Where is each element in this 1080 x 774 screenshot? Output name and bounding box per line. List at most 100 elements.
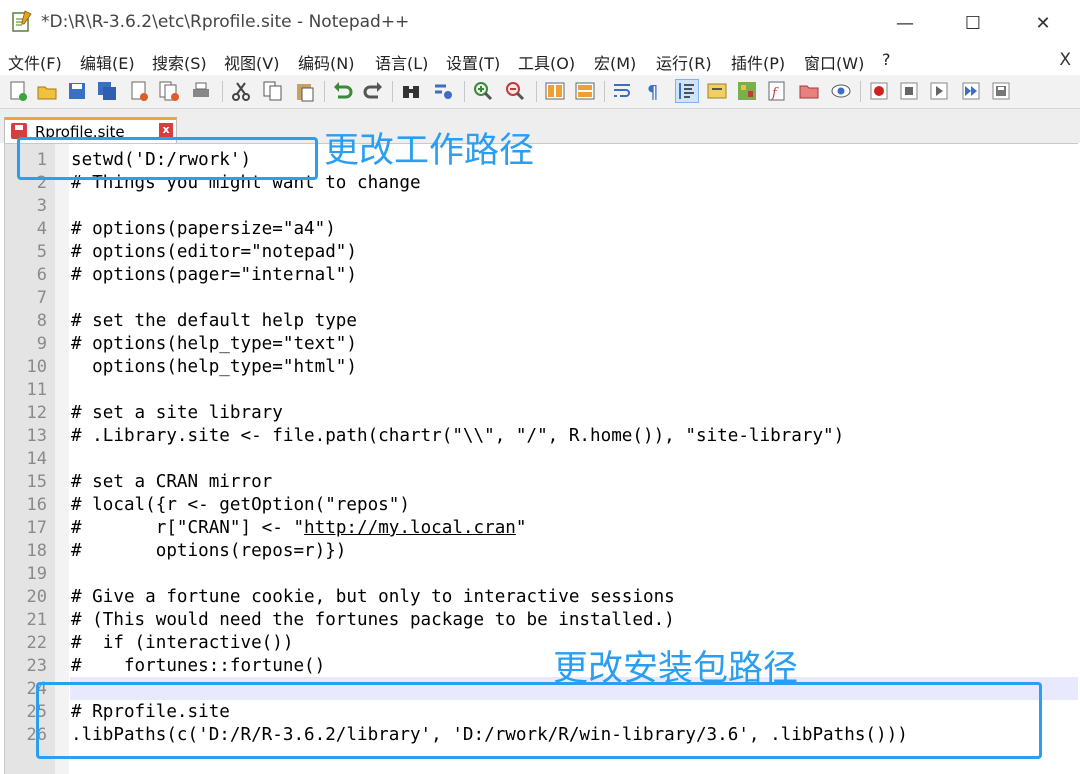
code-line[interactable]: options(help_type="html") <box>71 356 357 379</box>
toolbar-separator <box>222 81 223 102</box>
line-number: 22 <box>26 633 47 653</box>
cut-icon[interactable] <box>230 80 252 102</box>
toolbar-separator <box>464 81 465 102</box>
code-line[interactable]: # set a CRAN mirror <box>71 471 272 494</box>
playback-macro-icon[interactable] <box>928 80 950 102</box>
folder-workspace-icon[interactable] <box>798 80 820 102</box>
word-wrap-icon[interactable] <box>612 80 634 102</box>
menu-help[interactable]: ? <box>882 50 891 69</box>
workdir-annotation: 更改工作路径 <box>324 131 535 171</box>
maximize-icon: ☐ <box>964 12 982 34</box>
code-line[interactable]: # options(repos=r)}) <box>71 540 346 563</box>
maximize-button[interactable]: ☐ <box>938 0 1008 46</box>
code-line[interactable]: # options(help_type="text") <box>71 333 357 356</box>
line-number: 7 <box>36 288 47 308</box>
notepad-plus-plus-icon <box>12 10 32 32</box>
new-file-icon[interactable] <box>7 80 29 102</box>
sync-vertical-icon[interactable] <box>544 80 566 102</box>
line-number: 9 <box>36 334 47 354</box>
menu-plugins[interactable]: 插件(P) <box>731 50 785 74</box>
close-file-icon[interactable] <box>128 80 150 102</box>
menu-search[interactable]: 搜索(S) <box>152 50 207 74</box>
window-title: *D:\R\R-3.6.2\etc\Rprofile.site - Notepa… <box>41 12 410 32</box>
code-line[interactable]: # set a site library <box>71 402 283 425</box>
menu-view[interactable]: 视图(V) <box>224 50 279 74</box>
code-line[interactable]: # options(editor="notepad") <box>71 241 357 264</box>
line-number: 14 <box>26 449 47 469</box>
line-number: 6 <box>36 265 47 285</box>
line-number: 23 <box>26 656 47 676</box>
replace-icon[interactable] <box>432 80 454 102</box>
code-line[interactable]: # r["CRAN"] <- "http://my.local.cran" <box>71 517 527 540</box>
sync-horizontal-icon[interactable] <box>574 80 596 102</box>
menu-run[interactable]: 运行(R) <box>656 50 712 74</box>
line-number: 4 <box>36 219 47 239</box>
record-macro-icon[interactable] <box>868 80 890 102</box>
code-editor[interactable]: 1 setwd('D:/rwork') 2 # Things you might wa… <box>4 143 1078 774</box>
menu-file[interactable]: 文件(F) <box>8 50 62 74</box>
line-number: 21 <box>26 610 47 630</box>
fold-margin <box>55 144 69 774</box>
zoom-out-icon[interactable] <box>504 80 526 102</box>
code-line[interactable]: # (This would need the fortunes package … <box>71 609 675 632</box>
redo-icon[interactable] <box>362 80 384 102</box>
code-line[interactable]: # local({r <- getOption("repos") <box>71 494 410 517</box>
undo-icon[interactable] <box>332 80 354 102</box>
menu-macro[interactable]: 宏(M) <box>594 50 636 74</box>
code-url-link[interactable]: http://my.local.cran <box>304 518 516 538</box>
function-list-icon[interactable]: f <box>766 80 788 102</box>
zoom-in-icon[interactable] <box>472 80 494 102</box>
code-line[interactable]: # options(papersize="a4") <box>71 218 336 241</box>
line-number: 13 <box>26 426 47 446</box>
line-number: 8 <box>36 311 47 331</box>
line-number: 10 <box>26 357 47 377</box>
code-line[interactable]: # Give a fortune cookie, but only to int… <box>71 586 675 609</box>
close-all-icon[interactable] <box>158 80 180 102</box>
menu-tools[interactable]: 工具(O) <box>518 50 575 74</box>
save-macro-icon[interactable] <box>990 80 1012 102</box>
code-line[interactable]: # fortunes::fortune() <box>71 655 325 678</box>
line-number: 3 <box>36 196 47 216</box>
menu-language[interactable]: 语言(L) <box>375 50 428 74</box>
code-line[interactable]: # if (interactive()) <box>71 632 293 655</box>
toolbar: ¶ f <box>0 75 1080 109</box>
title-bar: *D:\R\R-3.6.2\etc\Rprofile.site - Notepa… <box>0 0 1080 46</box>
paste-icon[interactable] <box>294 80 316 102</box>
close-icon: ✕ <box>1035 12 1051 34</box>
menu-settings[interactable]: 设置(T) <box>446 50 500 74</box>
open-file-icon[interactable] <box>36 80 58 102</box>
code-text: " <box>515 518 527 538</box>
toolbar-separator <box>604 81 605 102</box>
menu-encoding[interactable]: 编码(N) <box>298 50 354 74</box>
user-language-icon[interactable] <box>706 80 728 102</box>
line-number: 15 <box>26 472 47 492</box>
libpath-highlight-box <box>36 682 1042 759</box>
save-all-icon[interactable] <box>96 80 118 102</box>
line-number: 16 <box>26 495 47 515</box>
document-map-icon[interactable] <box>736 80 758 102</box>
monitoring-icon[interactable] <box>830 80 852 102</box>
line-number: 20 <box>26 587 47 607</box>
print-icon[interactable] <box>190 80 212 102</box>
minimize-button[interactable]: — <box>870 0 940 46</box>
menu-window[interactable]: 窗口(W) <box>804 50 864 74</box>
code-line[interactable]: # options(pager="internal") <box>71 264 357 287</box>
line-number: 11 <box>26 380 47 400</box>
code-line[interactable]: # set the default help type <box>71 310 357 333</box>
close-button[interactable]: ✕ <box>1008 0 1078 46</box>
stop-recording-icon[interactable] <box>898 80 920 102</box>
run-macro-multiple-icon[interactable] <box>960 80 982 102</box>
line-number: 19 <box>26 564 47 584</box>
toolbar-separator <box>860 81 861 102</box>
indent-guide-icon[interactable] <box>675 79 699 103</box>
find-icon[interactable] <box>400 80 422 102</box>
code-text: # r["CRAN"] <- " <box>71 518 305 538</box>
copy-icon[interactable] <box>262 80 284 102</box>
menu-edit[interactable]: 编辑(E) <box>80 50 135 74</box>
toolbar-separator <box>536 81 537 102</box>
close-document-button[interactable]: X <box>1059 50 1071 70</box>
code-line[interactable]: # .Library.site <- file.path(chartr("\\"… <box>71 425 844 448</box>
close-tab-icon[interactable]: x <box>159 123 173 137</box>
show-all-characters-icon[interactable]: ¶ <box>642 80 664 102</box>
save-icon[interactable] <box>66 80 88 102</box>
